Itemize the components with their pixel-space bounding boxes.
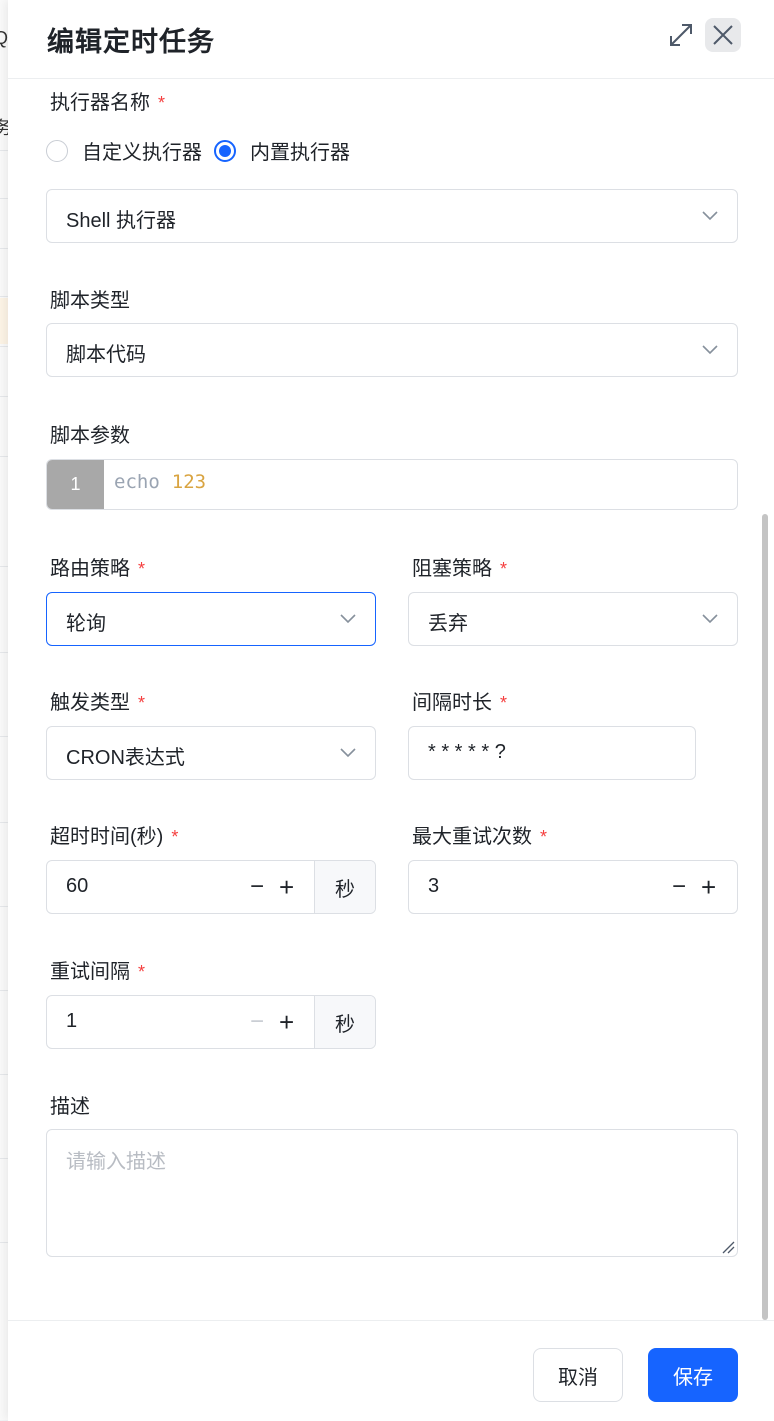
required-mark: * — [138, 693, 146, 713]
chevron-down-icon — [340, 614, 356, 624]
required-mark: * — [171, 827, 179, 847]
increment-button[interactable]: + — [279, 1009, 294, 1035]
trigger-type-select[interactable]: CRON表达式 — [46, 726, 376, 780]
drawer-header: 编辑定时任务 — [8, 0, 774, 79]
drawer-title: 编辑定时任务 — [47, 27, 215, 57]
chevron-down-icon — [702, 211, 718, 221]
decrement-button[interactable]: − — [250, 875, 264, 899]
resize-handle-icon[interactable] — [721, 1240, 735, 1254]
background-glyph: Q — [0, 28, 9, 48]
interval-label: 间隔时长 * — [412, 692, 508, 714]
executor-select[interactable]: Shell 执行器 — [46, 189, 738, 243]
edit-task-drawer: 编辑定时任务 执行器名称 * 自定义执行器 内置执行器 Shell 执行器 脚本… — [8, 0, 774, 1421]
trigger-type-label: 触发类型 * — [50, 692, 146, 714]
chevron-down-icon — [340, 748, 356, 758]
max-retry-number-input[interactable]: 3 − + — [408, 860, 738, 914]
block-strategy-label: 阻塞策略 * — [412, 558, 508, 580]
increment-button[interactable]: + — [279, 874, 294, 900]
max-retry-label: 最大重试次数 * — [412, 826, 548, 848]
radio-builtin-executor[interactable]: 内置执行器 — [214, 136, 350, 165]
script-params-label: 脚本参数 — [50, 425, 130, 447]
executor-name-label: 执行器名称 * — [50, 92, 166, 114]
radio-checked-icon — [214, 139, 236, 162]
retry-interval-label: 重试间隔 * — [50, 961, 146, 983]
close-icon — [713, 25, 733, 45]
unit-suffix: 秒 — [314, 861, 375, 913]
radio-unchecked-icon — [46, 139, 68, 162]
script-type-label: 脚本类型 — [50, 290, 130, 312]
interval-input[interactable]: * * * * * ? — [408, 726, 696, 780]
required-mark: * — [138, 962, 146, 982]
block-strategy-select[interactable]: 丢弃 — [408, 592, 738, 646]
required-mark: * — [500, 693, 508, 713]
radio-custom-executor[interactable]: 自定义执行器 — [46, 136, 202, 165]
expand-icon — [670, 24, 692, 46]
chevron-down-icon — [702, 345, 718, 355]
script-params-code-editor[interactable]: 1 echo 123 — [46, 459, 738, 510]
chevron-down-icon — [702, 614, 718, 624]
description-placeholder: 请输入描述 — [66, 1151, 166, 1173]
code-line: echo 123 — [114, 471, 207, 493]
timeout-number-input[interactable]: 60 − + 秒 — [46, 860, 376, 914]
required-mark: * — [500, 559, 508, 579]
line-number: 1 — [47, 460, 104, 509]
route-strategy-select[interactable]: 轮询 — [46, 592, 376, 646]
script-type-select[interactable]: 脚本代码 — [46, 323, 738, 377]
route-strategy-label: 路由策略 * — [50, 558, 146, 580]
required-mark: * — [138, 559, 146, 579]
executor-type-radio-group: 自定义执行器 内置执行器 — [46, 136, 362, 165]
required-mark: * — [540, 827, 548, 847]
expand-button[interactable] — [664, 18, 698, 52]
scrollbar[interactable] — [762, 514, 768, 1320]
retry-interval-number-input[interactable]: 1 − + 秒 — [46, 995, 376, 1049]
drawer-footer: 取消 保存 — [8, 1320, 774, 1421]
description-label: 描述 — [50, 1096, 90, 1118]
save-button[interactable]: 保存 — [648, 1348, 738, 1402]
unit-suffix: 秒 — [314, 996, 375, 1048]
background-page-edge: Q 务 — [0, 0, 12, 1420]
cancel-button[interactable]: 取消 — [533, 1348, 623, 1402]
increment-button[interactable]: + — [701, 874, 716, 900]
decrement-button[interactable]: − — [250, 1010, 264, 1034]
required-mark: * — [158, 93, 166, 113]
timeout-label: 超时时间(秒) * — [50, 826, 179, 848]
description-textarea[interactable]: 请输入描述 — [46, 1129, 738, 1257]
close-button[interactable] — [705, 18, 741, 52]
decrement-button[interactable]: − — [672, 875, 686, 899]
